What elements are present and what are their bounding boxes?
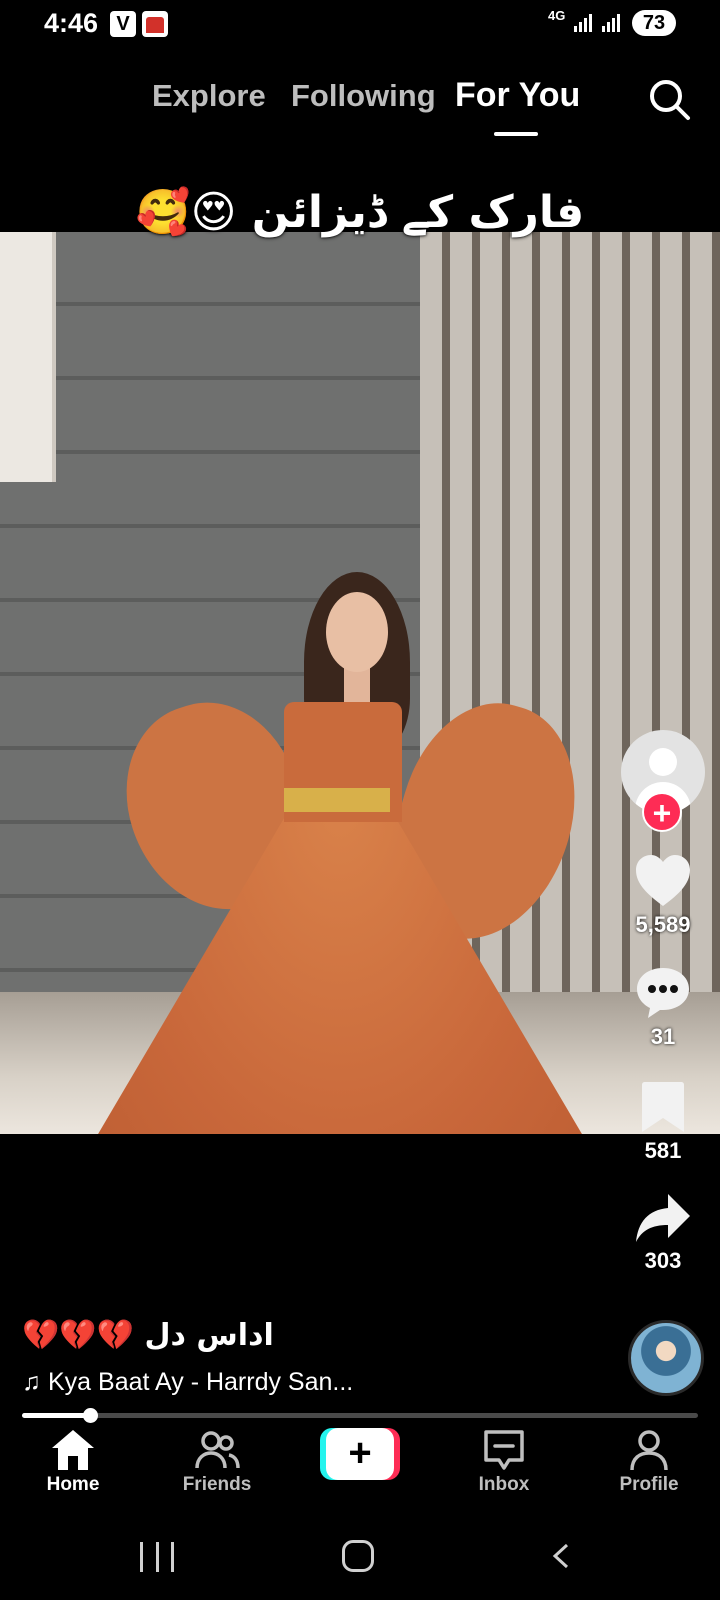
tab-explore[interactable]: Explore <box>152 78 266 114</box>
comment-count: 31 <box>650 1024 676 1049</box>
home-icon <box>52 1430 94 1470</box>
share-arrow-icon <box>636 1194 690 1242</box>
active-tab-indicator <box>494 132 538 136</box>
nav-home[interactable]: Home <box>18 1428 128 1496</box>
create-button[interactable]: + <box>320 1428 400 1480</box>
heart-icon <box>636 855 690 906</box>
nav-profile-label: Profile <box>619 1474 679 1495</box>
back-icon[interactable] <box>550 1544 574 1568</box>
music-disc[interactable] <box>628 1320 704 1396</box>
nav-inbox[interactable]: Inbox <box>449 1428 559 1496</box>
nav-home-label: Home <box>46 1474 100 1495</box>
follow-button[interactable]: + <box>642 792 682 832</box>
model-head <box>326 592 388 672</box>
avatar-placeholder-icon <box>649 748 677 776</box>
plus-icon: + <box>326 1428 394 1480</box>
comment-button[interactable]: 31 <box>618 966 708 1050</box>
music-title: Kya Baat Ay - Harrdy San... <box>48 1368 354 1396</box>
comment-icon <box>637 968 689 1018</box>
like-count: 5,589 <box>635 912 691 937</box>
like-button[interactable]: 5,589 <box>618 854 708 938</box>
dress-belt <box>284 788 390 812</box>
bookmark-icon <box>642 1082 684 1132</box>
network-type: 4G <box>548 8 566 23</box>
friends-icon <box>195 1431 240 1469</box>
home-circle-icon[interactable] <box>342 1540 374 1572</box>
tab-following[interactable]: Following <box>291 78 436 114</box>
profile-icon <box>630 1430 668 1471</box>
inbox-icon <box>484 1430 524 1470</box>
save-button[interactable]: 581 <box>618 1080 708 1164</box>
tab-for-you[interactable]: For You <box>455 76 580 115</box>
music-note-icon: ♫ <box>22 1368 41 1396</box>
save-count: 581 <box>644 1138 682 1163</box>
bottom-navigation: Home Friends + Inbox Profile <box>0 1428 720 1516</box>
share-button[interactable]: 303 <box>618 1192 708 1274</box>
search-icon[interactable] <box>646 76 692 122</box>
nav-profile[interactable]: Profile <box>594 1428 704 1496</box>
post-caption[interactable]: 💔💔💔 اداس دل <box>22 1318 274 1353</box>
music-info[interactable]: ♫ Kya Baat Ay - Harrdy San... <box>22 1368 353 1397</box>
feed-tabs: Explore Following For You <box>0 70 720 140</box>
video-progress-bar[interactable] <box>22 1408 698 1423</box>
video-overlay-text: فارک کے ڈیزائن 😍🥰 <box>135 187 585 238</box>
wall-frame <box>0 232 56 482</box>
video-player[interactable] <box>0 232 720 1134</box>
nav-friends[interactable]: Friends <box>162 1428 272 1496</box>
status-time: 4:46 <box>44 8 99 38</box>
signal-icon <box>602 12 624 32</box>
nav-inbox-label: Inbox <box>478 1474 530 1495</box>
signal-icon <box>574 12 596 32</box>
notification-app-icon: V <box>110 11 136 37</box>
nav-friends-label: Friends <box>182 1474 252 1495</box>
recent-apps-icon[interactable] <box>140 1542 174 1572</box>
progress-fill <box>22 1413 90 1418</box>
battery-indicator: 73 <box>632 10 676 36</box>
progress-handle[interactable] <box>82 1408 98 1423</box>
system-navigation-bar <box>0 1516 720 1600</box>
share-count: 303 <box>644 1248 682 1273</box>
notification-mosque-icon <box>142 11 168 37</box>
status-bar: 4:46 V 4G 73 <box>0 0 720 48</box>
